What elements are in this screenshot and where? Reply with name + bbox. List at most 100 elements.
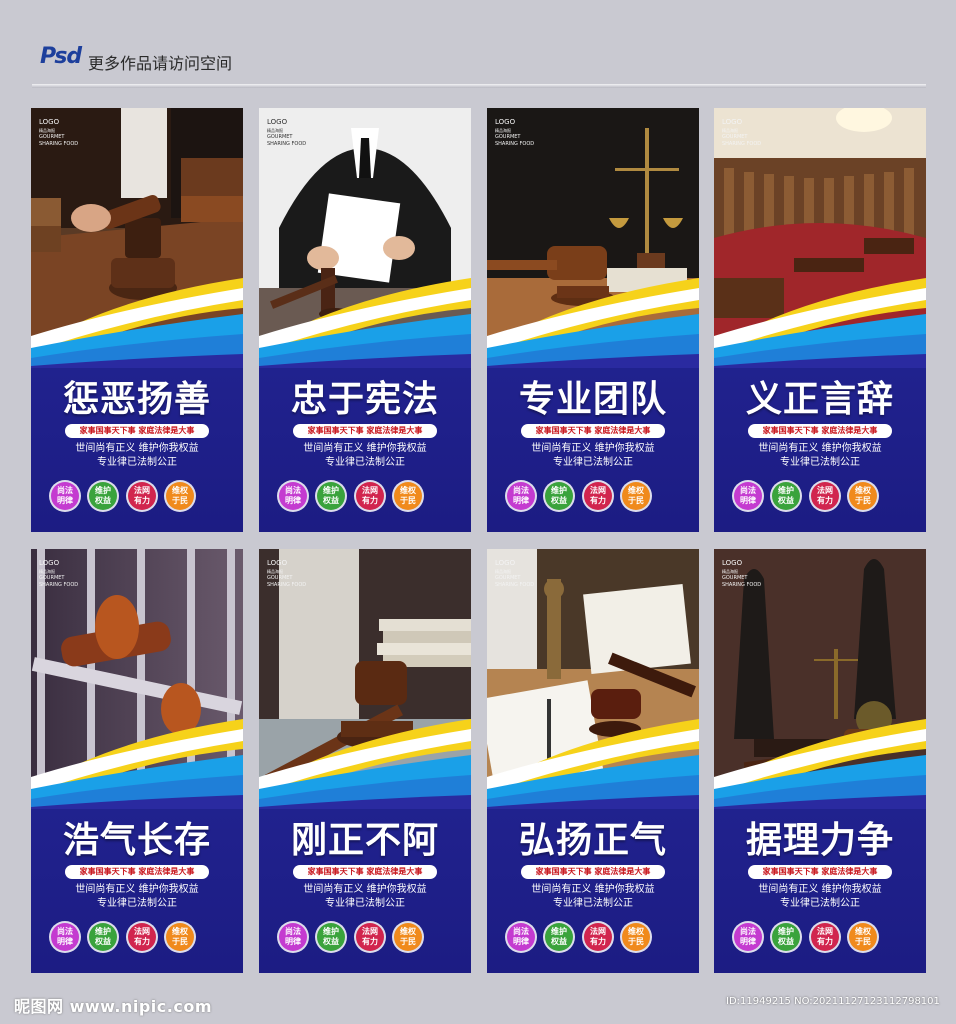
- poster-description: 世间尚有正义 维护你我权益 专业律已法制公正: [31, 442, 243, 470]
- slogan-pill: 家事国事天下事 家庭法律是大事: [521, 424, 665, 438]
- logo-tagline-1: GOURMET: [267, 134, 293, 140]
- logo-tagline-1: GOURMET: [267, 575, 293, 581]
- badge-label: 维权于民: [172, 927, 188, 946]
- description-line-1: 世间尚有正义 维护你我权益: [303, 443, 427, 454]
- circle-badge: 尚法明律: [51, 482, 79, 510]
- poster-title: 义正言辞: [745, 379, 894, 420]
- logo-tagline-2: SHARING FOOD: [39, 141, 79, 147]
- badge-label: 维护权益: [323, 486, 339, 505]
- badge-label: 法网有力: [817, 486, 833, 505]
- badge-label: 尚法明律: [285, 486, 301, 505]
- logo-tagline-1: GOURMET: [495, 575, 521, 581]
- logo-text: LOGO: [495, 559, 516, 567]
- logo-tagline-2: SHARING FOOD: [495, 141, 535, 147]
- logo-tagline-2: SHARING FOOD: [267, 141, 307, 147]
- description-line-1: 世间尚有正义 维护你我权益: [303, 884, 427, 895]
- header-divider: [32, 84, 926, 88]
- psd-logo-icon: Psd: [40, 44, 82, 69]
- poster-card[interactable]: LOGO 精品海报 GOURMET SHARING FOOD 义正言辞 家事国事…: [714, 108, 926, 532]
- badge-label: 尚法明律: [740, 927, 756, 946]
- logo-subtitle: 精品海报: [267, 569, 283, 574]
- poster-title: 忠于宪法: [290, 379, 439, 420]
- circle-badge: 维权于民: [166, 923, 194, 951]
- logo-block: LOGO 精品海报 GOURMET SHARING FOOD: [267, 559, 306, 589]
- circle-badge: 尚法明律: [279, 482, 307, 510]
- badge-label: 法网有力: [817, 927, 833, 946]
- badge-row: 尚法明律 维护权益 法网有力 维权于民: [259, 482, 471, 512]
- badge-row: 尚法明律 维护权益 法网有力 维权于民: [714, 482, 926, 512]
- logo-subtitle: 精品海报: [39, 569, 55, 574]
- circle-badge: 维护权益: [317, 923, 345, 951]
- poster-card[interactable]: LOGO 精品海报 GOURMET SHARING FOOD 忠于宪法 家事国事…: [259, 108, 471, 532]
- circle-badge: 法网有力: [584, 923, 612, 951]
- header-text[interactable]: 更多作品请访问空间: [88, 50, 232, 74]
- circle-badge: 维权于民: [394, 482, 422, 510]
- description-line-2: 专业律已法制公正: [325, 457, 405, 468]
- badge-label: 尚法明律: [285, 927, 301, 946]
- description-line-1: 世间尚有正义 维护你我权益: [758, 443, 882, 454]
- circle-badge: 维权于民: [849, 482, 877, 510]
- badge-row: 尚法明律 维护权益 法网有力 维权于民: [487, 923, 699, 953]
- circle-badge: 法网有力: [584, 482, 612, 510]
- badge-label: 维护权益: [778, 486, 794, 505]
- badge-label: 尚法明律: [513, 486, 529, 505]
- circle-badge: 维权于民: [849, 923, 877, 951]
- description-line-1: 世间尚有正义 维护你我权益: [75, 884, 199, 895]
- badge-label: 维护权益: [778, 927, 794, 946]
- logo-block: LOGO 精品海报 GOURMET SHARING FOOD: [267, 118, 306, 148]
- logo-text: LOGO: [722, 118, 743, 126]
- wave-decoration: [487, 278, 699, 368]
- circle-badge: 尚法明律: [51, 923, 79, 951]
- wave-decoration: [714, 278, 926, 368]
- logo-tagline-2: SHARING FOOD: [722, 582, 762, 588]
- circle-badge: 维权于民: [622, 482, 650, 510]
- slogan-pill: 家事国事天下事 家庭法律是大事: [748, 424, 892, 438]
- description-line-1: 世间尚有正义 维护你我权益: [758, 884, 882, 895]
- badge-label: 维权于民: [400, 927, 416, 946]
- poster-card[interactable]: LOGO 精品海报 GOURMET SHARING FOOD 惩恶扬善 家事国事…: [31, 108, 243, 532]
- badge-row: 尚法明律 维护权益 法网有力 维权于民: [259, 923, 471, 953]
- logo-text: LOGO: [39, 118, 60, 126]
- circle-badge: 维权于民: [622, 923, 650, 951]
- logo-subtitle: 精品海报: [267, 128, 283, 133]
- circle-badge: 维护权益: [89, 482, 117, 510]
- description-line-2: 专业律已法制公正: [780, 457, 860, 468]
- circle-badge: 维护权益: [545, 482, 573, 510]
- logo-subtitle: 精品海报: [39, 128, 55, 133]
- poster-card[interactable]: LOGO 精品海报 GOURMET SHARING FOOD 弘扬正气 家事国事…: [487, 549, 699, 973]
- circle-badge: 尚法明律: [734, 923, 762, 951]
- poster-description: 世间尚有正义 维护你我权益 专业律已法制公正: [714, 442, 926, 470]
- description-line-2: 专业律已法制公正: [553, 898, 633, 909]
- badge-label: 法网有力: [362, 486, 378, 505]
- poster-card[interactable]: LOGO 精品海报 GOURMET SHARING FOOD 刚正不阿 家事国事…: [259, 549, 471, 973]
- badge-label: 维护权益: [95, 927, 111, 946]
- slogan-pill: 家事国事天下事 家庭法律是大事: [65, 865, 209, 879]
- slogan-pill: 家事国事天下事 家庭法律是大事: [293, 865, 437, 879]
- image-id: ID:11949215 NO:20211127123112798101: [726, 996, 940, 1007]
- description-line-1: 世间尚有正义 维护你我权益: [531, 884, 655, 895]
- badge-label: 维权于民: [855, 927, 871, 946]
- poster-description: 世间尚有正义 维护你我权益 专业律已法制公正: [259, 442, 471, 470]
- badge-row: 尚法明律 维护权益 法网有力 维权于民: [31, 923, 243, 953]
- description-line-1: 世间尚有正义 维护你我权益: [531, 443, 655, 454]
- poster-card[interactable]: LOGO 精品海报 GOURMET SHARING FOOD 据理力争 家事国事…: [714, 549, 926, 973]
- logo-block: LOGO 精品海报 GOURMET SHARING FOOD: [722, 559, 761, 589]
- badge-label: 维护权益: [551, 486, 567, 505]
- circle-badge: 尚法明律: [507, 923, 535, 951]
- badge-label: 尚法明律: [57, 927, 73, 946]
- circle-badge: 维权于民: [394, 923, 422, 951]
- badge-label: 维权于民: [628, 927, 644, 946]
- poster-description: 世间尚有正义 维护你我权益 专业律已法制公正: [487, 883, 699, 911]
- poster-description: 世间尚有正义 维护你我权益 专业律已法制公正: [714, 883, 926, 911]
- wave-decoration: [259, 278, 471, 368]
- wave-decoration: [487, 719, 699, 809]
- poster-title: 专业团队: [518, 379, 667, 420]
- badge-label: 法网有力: [590, 486, 606, 505]
- circle-badge: 尚法明律: [734, 482, 762, 510]
- circle-badge: 法网有力: [128, 482, 156, 510]
- badge-label: 尚法明律: [57, 486, 73, 505]
- badge-label: 维权于民: [855, 486, 871, 505]
- poster-card[interactable]: LOGO 精品海报 GOURMET SHARING FOOD 专业团队 家事国事…: [487, 108, 699, 532]
- poster-card[interactable]: LOGO 精品海报 GOURMET SHARING FOOD 浩气长存 家事国事…: [31, 549, 243, 973]
- logo-subtitle: 精品海报: [495, 569, 511, 574]
